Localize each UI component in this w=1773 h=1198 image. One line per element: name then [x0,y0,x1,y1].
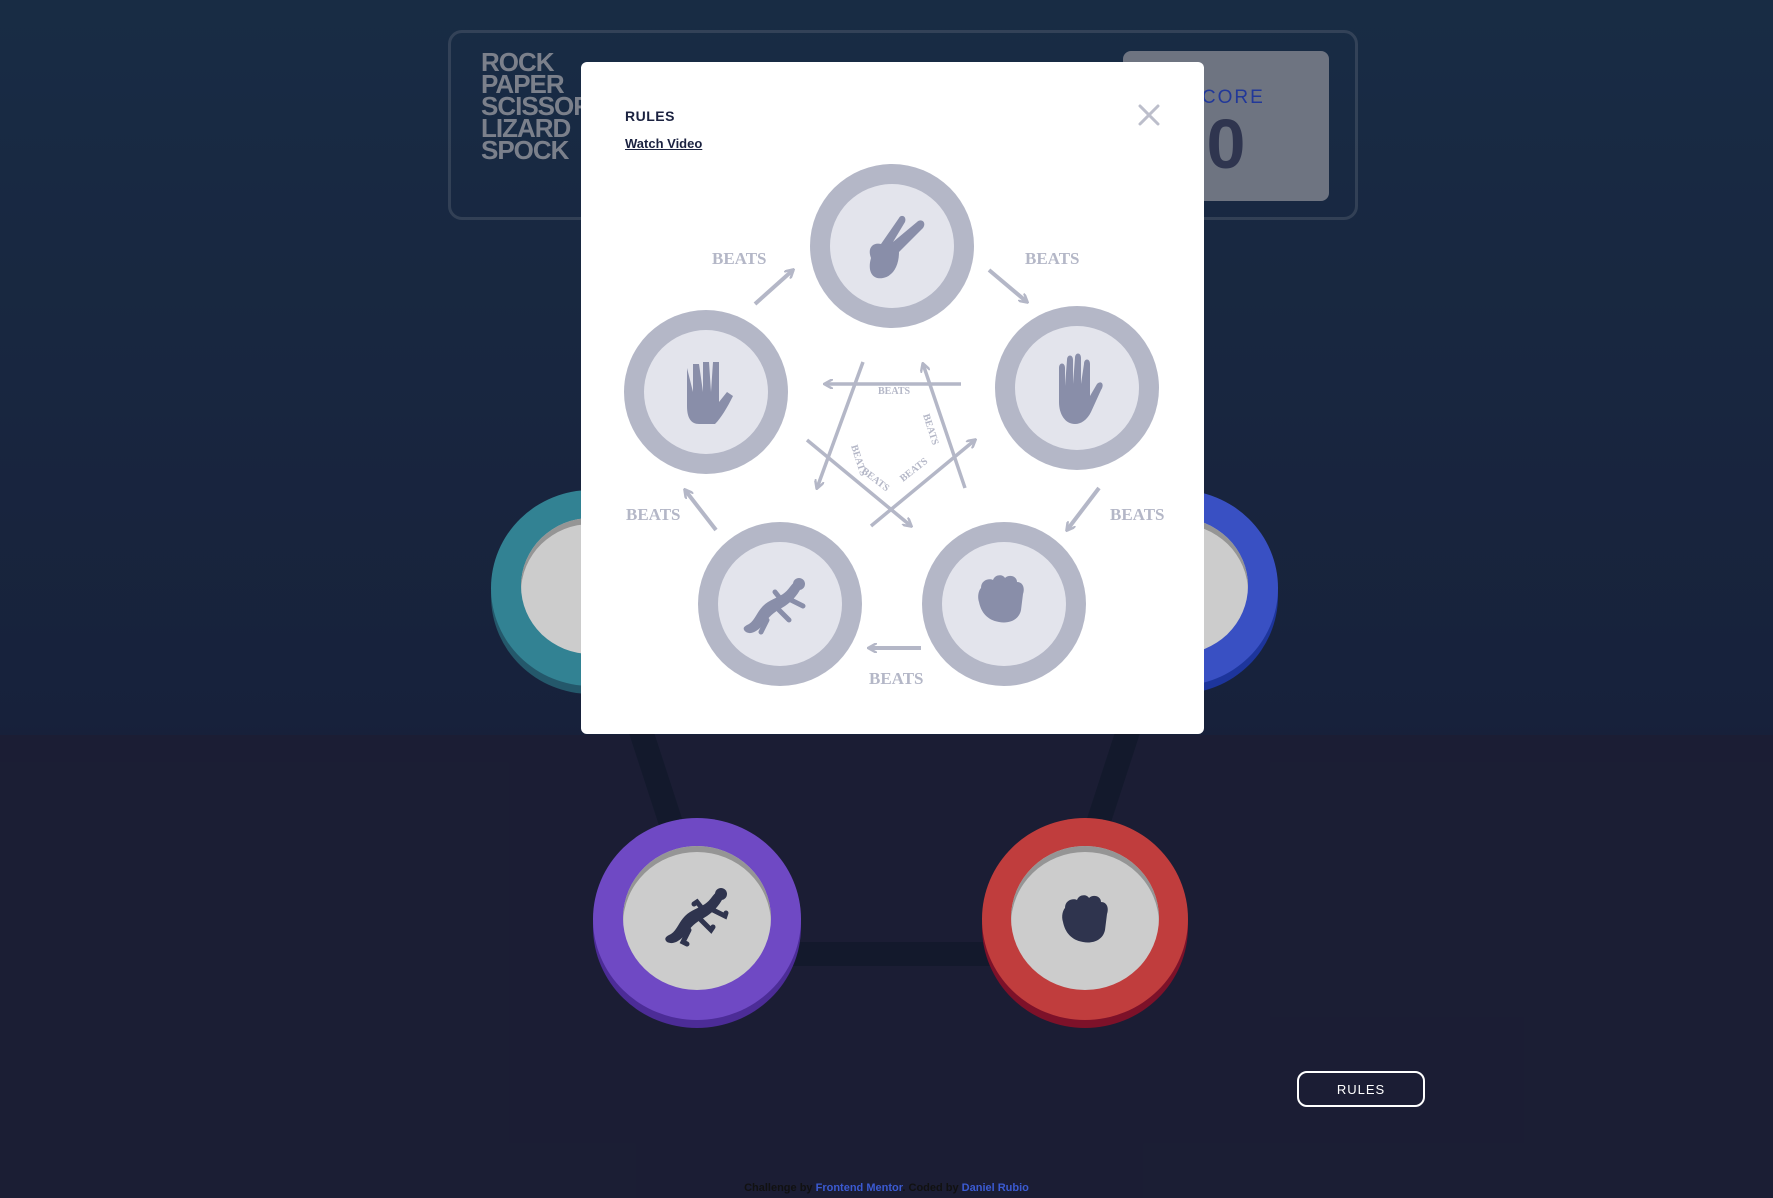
arrow-paper-to-rock [1067,486,1101,530]
beats-label-bottom: BEATS [869,669,924,688]
arrow-spock-to-scissors [753,270,793,306]
beats-label-top-left: BEATS [712,249,767,268]
paper-rule-chip [995,306,1159,470]
beats-label-left: BEATS [626,505,681,524]
scissors-rule-chip [810,164,974,328]
beats-label-top-right: BEATS [1025,249,1080,268]
arrow-scissors-to-paper [987,268,1027,302]
footer-coded-prefix: . Coded by [902,1182,962,1194]
rules-diagram: BEATS BEATS BEATS BEATS BEATS BEATS BEAT… [624,164,1165,688]
arrow-lizard-to-spock [685,490,718,532]
footer-challenge-prefix: Challenge by [744,1182,816,1194]
lizard-rule-chip [698,522,862,686]
beats-label-inner-right: BEATS [920,413,941,447]
attribution-footer: Challenge by Frontend Mentor. Coded by D… [0,1182,1773,1194]
author-link[interactable]: Daniel Rubio [962,1182,1029,1194]
rules-button[interactable]: RULES [1297,1071,1425,1107]
frontend-mentor-link[interactable]: Frontend Mentor [816,1182,903,1194]
beats-label-inner-bottom-left: BEATS [859,466,891,495]
beats-label-inner-top: BEATS [878,386,910,397]
spock-rule-chip [624,310,788,474]
beats-label-right: BEATS [1110,505,1165,524]
rock-rule-chip [922,522,1086,686]
rules-modal: RULES Watch Video BEATS BEATS BEATS BEAT… [581,62,1204,734]
